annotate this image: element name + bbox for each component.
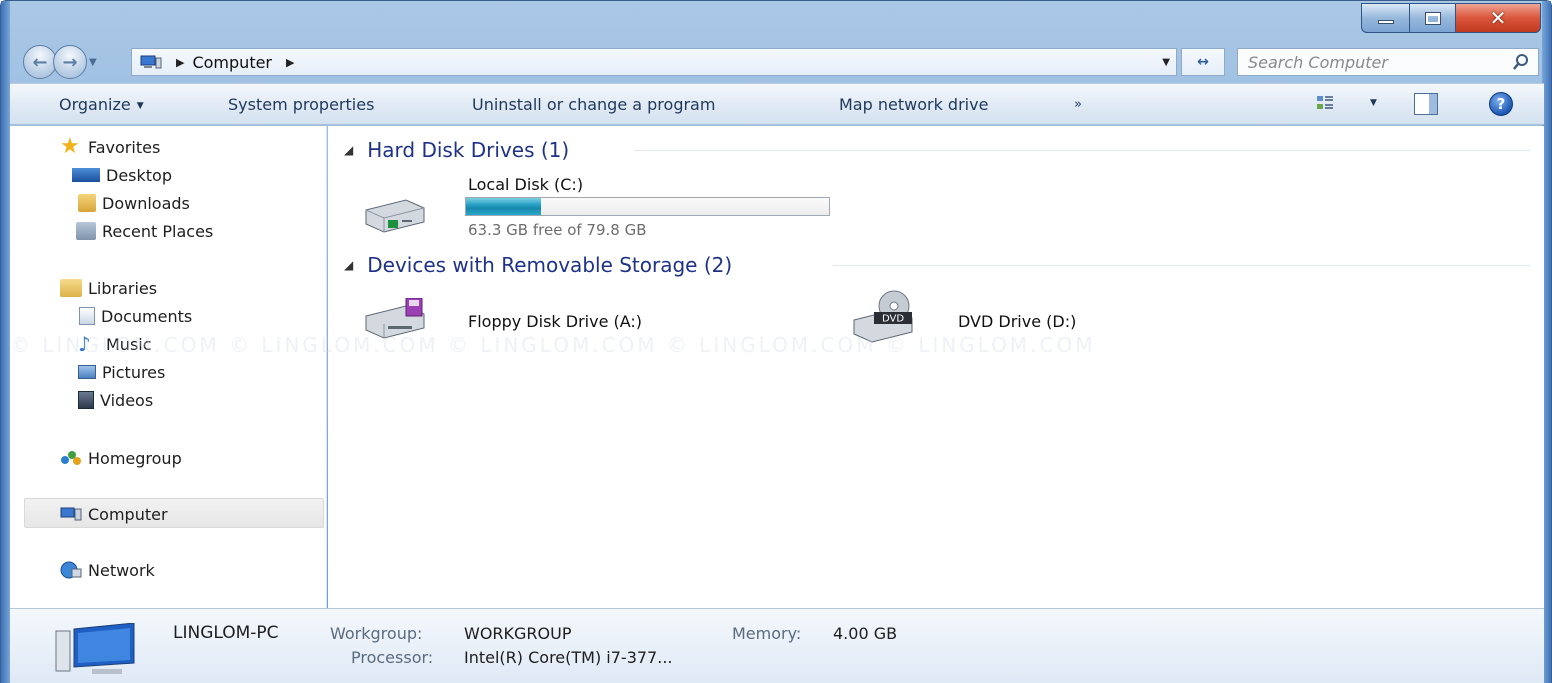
sidebar-item-documents[interactable]: Documents — [79, 304, 192, 328]
maximize-icon — [1424, 11, 1441, 25]
collapse-triangle-icon[interactable]: ◢ — [344, 258, 353, 272]
sidebar-item-homegroup[interactable]: Homegroup — [60, 446, 182, 470]
close-icon: ✕ — [1489, 6, 1507, 30]
group-divider — [833, 265, 1530, 266]
group-title-removable: Devices with Removable Storage (2) — [367, 253, 733, 277]
computer-large-icon — [55, 623, 135, 674]
sidebar-libraries-label: Libraries — [88, 278, 158, 298]
breadcrumb-chevron-icon[interactable]: ▶ — [286, 56, 294, 69]
pc-name: LINGLOM-PC — [173, 623, 279, 643]
close-button[interactable]: ✕ — [1455, 3, 1541, 33]
preview-pane-icon[interactable] — [1414, 93, 1438, 115]
search-icon[interactable] — [1512, 53, 1530, 71]
sidebar-computer-label: Computer — [88, 504, 168, 524]
sidebar-item-desktop[interactable]: Desktop — [72, 163, 172, 187]
refresh-button[interactable]: ↔ — [1181, 48, 1225, 76]
group-header-removable[interactable]: ◢ Devices with Removable Storage (2) — [344, 253, 732, 277]
computer-icon — [60, 505, 82, 523]
address-dropdown-icon[interactable]: ▼ — [1162, 57, 1170, 68]
memory-value: 4.00 GB — [833, 624, 898, 643]
sidebar-item-network[interactable]: Network — [60, 558, 155, 582]
star-icon: ★ — [60, 134, 80, 159]
minimize-icon — [1377, 20, 1394, 24]
sidebar-item-downloads[interactable]: Downloads — [78, 191, 190, 215]
desktop-icon — [72, 168, 100, 182]
system-properties-button[interactable]: System properties — [228, 95, 374, 114]
recent-pages-dropdown[interactable]: ▼ — [89, 57, 103, 68]
uninstall-program-button[interactable]: Uninstall or change a program — [472, 95, 715, 114]
drive-name-dvd: DVD Drive (D:) — [958, 312, 1077, 331]
dvd-badge-text: DVD — [882, 314, 904, 325]
recent-places-icon — [76, 222, 96, 240]
workgroup-label: Workgroup: — [330, 624, 423, 643]
processor-value: Intel(R) Core(TM) i7-377... — [464, 648, 673, 667]
sidebar-item-recent-places[interactable]: Recent Places — [76, 219, 213, 243]
search-box[interactable] — [1237, 48, 1539, 76]
videos-icon — [78, 391, 94, 409]
content-area: ◢ Hard Disk Drives (1) Local Disk (C:) 6… — [328, 126, 1544, 608]
capacity-bar — [465, 197, 830, 216]
homegroup-icon — [60, 449, 82, 467]
memory-label: Memory: — [732, 624, 802, 643]
sidebar-network-label: Network — [88, 560, 155, 580]
explorer-window: ✕ ← → ▼ ▶ Computer ▶ ▼ ↔ Organize ▼ Syste… — [0, 0, 1552, 683]
sidebar-pictures-label: Pictures — [102, 362, 166, 382]
hard-drive-icon — [365, 199, 425, 233]
forward-button[interactable]: → — [53, 45, 87, 79]
maximize-button[interactable] — [1409, 3, 1455, 33]
help-icon[interactable]: ? — [1489, 92, 1513, 116]
chevron-down-icon: ▼ — [136, 100, 144, 111]
back-arrow-icon: ← — [32, 51, 48, 73]
sidebar-item-libraries[interactable]: Libraries — [60, 276, 157, 300]
sidebar-favorites-label: Favorites — [88, 137, 161, 157]
change-view-icon[interactable] — [1316, 94, 1334, 112]
pictures-icon — [78, 365, 96, 379]
minimize-button[interactable] — [1361, 3, 1409, 33]
sidebar-item-videos[interactable]: Videos — [78, 388, 153, 412]
drive-name-local-disk: Local Disk (C:) — [468, 175, 584, 194]
processor-label: Processor: — [351, 648, 434, 667]
more-commands-button[interactable]: » — [1074, 97, 1082, 112]
network-globe-icon — [60, 561, 82, 579]
address-bar[interactable]: ▶ Computer ▶ ▼ — [131, 48, 1177, 76]
details-pane: LINGLOM-PC Workgroup: WORKGROUP Memory: … — [10, 608, 1544, 683]
navigation-pane: ★ Favorites Desktop Downloads Recent Pla… — [10, 126, 327, 608]
sidebar-item-pictures[interactable]: Pictures — [78, 360, 165, 384]
workgroup-value: WORKGROUP — [464, 624, 572, 643]
drive-name-floppy: Floppy Disk Drive (A:) — [468, 312, 643, 331]
view-options-dropdown-icon[interactable]: ▼ — [1370, 98, 1377, 108]
organize-label: Organize — [59, 95, 131, 114]
sidebar-homegroup-label: Homegroup — [88, 448, 182, 468]
watermark: © LINGLOM.COM © LINGLOM.COM © LINGLOM.CO… — [10, 333, 1096, 357]
drive-free-space: 63.3 GB free of 79.8 GB — [468, 221, 647, 239]
group-title-hard-disks: Hard Disk Drives (1) — [367, 138, 570, 162]
group-header-hard-disks[interactable]: ◢ Hard Disk Drives (1) — [344, 138, 569, 162]
downloads-folder-icon — [78, 194, 96, 212]
documents-icon — [79, 307, 95, 325]
search-input[interactable] — [1238, 52, 1498, 72]
sidebar-videos-label: Videos — [100, 390, 154, 410]
sidebar-recent-places-label: Recent Places — [102, 221, 214, 241]
sidebar-item-computer[interactable]: Computer — [60, 502, 168, 526]
sidebar-downloads-label: Downloads — [102, 193, 190, 213]
command-bar: Organize ▼ System properties Uninstall or… — [10, 83, 1544, 125]
libraries-icon — [60, 279, 82, 297]
sidebar-item-favorites[interactable]: ★ Favorites — [60, 135, 160, 159]
collapse-triangle-icon[interactable]: ◢ — [344, 143, 353, 157]
window-frame-left — [1, 1, 10, 683]
organize-button[interactable]: Organize ▼ — [59, 95, 144, 114]
history-navigation: ← → ▼ — [23, 45, 103, 79]
forward-arrow-icon: → — [62, 51, 78, 73]
breadcrumb-separator-icon[interactable]: ▶ — [176, 56, 184, 69]
sidebar-documents-label: Documents — [101, 306, 193, 326]
refresh-icon: ↔ — [1197, 54, 1209, 70]
breadcrumb-computer[interactable]: Computer — [192, 53, 272, 72]
group-divider — [634, 150, 1530, 151]
capacity-bar-fill — [466, 198, 542, 215]
back-button[interactable]: ← — [23, 45, 57, 79]
caption-buttons: ✕ — [1361, 3, 1541, 33]
computer-icon — [140, 55, 162, 69]
map-network-drive-button[interactable]: Map network drive — [839, 95, 988, 114]
sidebar-desktop-label: Desktop — [106, 165, 172, 185]
